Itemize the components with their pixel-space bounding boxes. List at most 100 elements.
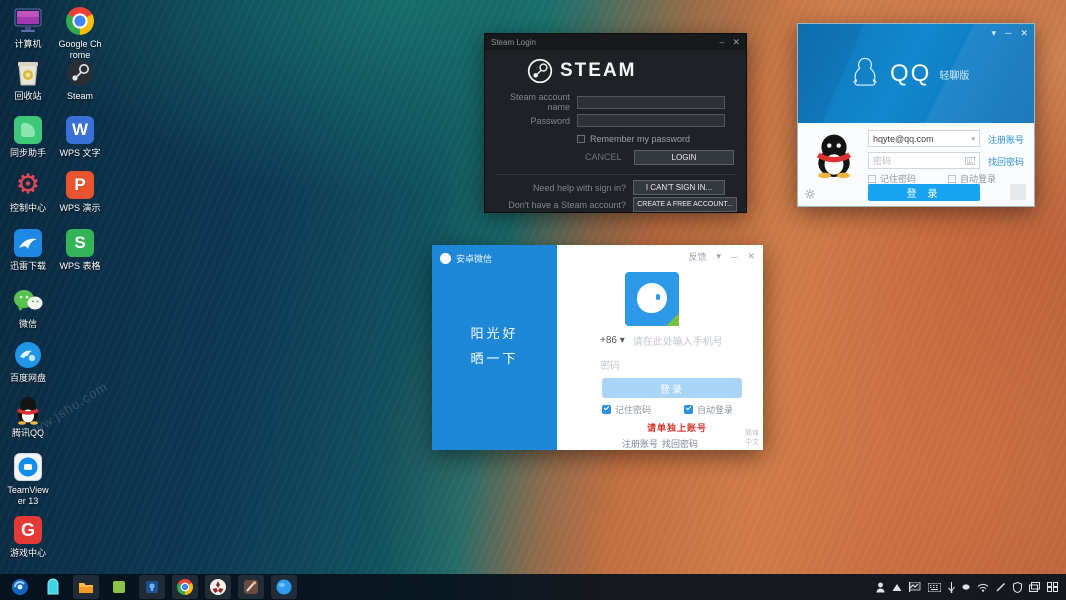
desktop-icon-label: 控制中心 — [5, 203, 51, 214]
keyboard-tray-icon[interactable] — [928, 583, 941, 592]
wx-avatar — [625, 272, 679, 326]
settings-gear-icon[interactable] — [804, 188, 816, 200]
cancel-button[interactable]: CANCEL — [585, 152, 622, 162]
minimize-icon[interactable]: ─ — [731, 252, 737, 262]
editor-icon — [110, 578, 128, 596]
steam-logo: STEAM — [527, 58, 637, 84]
register-link[interactable]: 注册账号 — [622, 437, 658, 450]
menu-caret-icon[interactable]: ▾ — [992, 28, 997, 39]
taskbar-browser-button[interactable] — [271, 575, 297, 599]
flag-tray-icon[interactable] — [909, 582, 921, 592]
recycle-bin-icon — [13, 58, 43, 88]
launcher-icon — [11, 578, 29, 596]
app-logo-icon — [440, 253, 451, 264]
pen-tray-icon[interactable] — [996, 582, 1006, 592]
phone-prefix-select[interactable]: +86 ▾ — [600, 335, 625, 346]
feedback-menu[interactable]: 反馈 — [689, 250, 707, 263]
password-input[interactable]: 密码 — [600, 357, 620, 372]
register-link[interactable]: 注册账号 — [988, 133, 1024, 146]
auto-login-checkbox[interactable] — [948, 175, 956, 183]
system-tray — [876, 574, 1058, 600]
language-switcher[interactable]: 简体 中文 — [729, 430, 759, 447]
shield-tray-icon[interactable] — [1013, 582, 1022, 593]
desktop-icon-game-center[interactable]: G 游戏中心 — [5, 515, 51, 559]
desktop-icon-label: 游戏中心 — [5, 548, 51, 559]
combobox-caret-icon[interactable]: ▾ — [971, 135, 975, 143]
wx-login-button[interactable]: 登录 — [602, 378, 742, 398]
create-account-button[interactable]: CREATE A FREE ACCOUNT... — [633, 197, 737, 212]
desktop-icon-chrome[interactable]: Google Chrome — [57, 6, 103, 61]
desktop-icon-control-center[interactable]: ⚙ 控制中心 — [5, 170, 51, 214]
desktop-icon-wps-spreadsheet[interactable]: S WPS 表格 — [57, 228, 103, 272]
desktop-icon-sync[interactable]: 同步助手 — [5, 115, 51, 159]
desktop-icon-label: 回收站 — [5, 91, 51, 102]
user-tray-icon[interactable] — [876, 582, 885, 593]
forgot-password-link[interactable]: 找回密码 — [988, 155, 1024, 168]
cant-sign-in-button[interactable]: I CAN'T SIGN IN... — [633, 180, 725, 195]
desktop-icon-qq[interactable]: 腾讯QQ — [5, 395, 51, 439]
menu-caret-icon[interactable]: ▾ — [717, 251, 722, 262]
dot-tray-icon[interactable] — [962, 583, 970, 591]
desktop-icon-recycle-bin[interactable]: 回收站 — [5, 58, 51, 102]
desktop-icon-teamviewer[interactable]: TeamViewer 13 — [5, 452, 51, 507]
taskbar-folder-button[interactable] — [73, 575, 99, 599]
taskbar-draw-button[interactable] — [238, 575, 264, 599]
desktop-icon-label: 同步助手 — [5, 148, 51, 159]
minimize-icon[interactable]: ─ — [1005, 28, 1011, 39]
desktop-icon-wechat[interactable]: 微信 — [5, 286, 51, 330]
chrome-icon — [177, 579, 193, 595]
netdisk-icon — [13, 340, 43, 370]
taskbar-chrome-button[interactable] — [172, 575, 198, 599]
keyboard-icon[interactable] — [965, 157, 975, 165]
wps-presentation-icon: P — [65, 170, 95, 200]
desktop-icon-label: WPS 表格 — [57, 261, 103, 272]
desktop-icon-wps-presentation[interactable]: P WPS 演示 — [57, 170, 103, 214]
desktop-icon-thunder[interactable]: 迅雷下载 — [5, 228, 51, 272]
close-icon[interactable]: ✕ — [747, 251, 755, 262]
auto-login-checkbox[interactable] — [684, 405, 693, 414]
qrcode-corner[interactable] — [1010, 184, 1026, 200]
steam-account-input[interactable] — [577, 96, 725, 109]
phone-input[interactable]: 请在此处输入手机号 — [633, 333, 723, 348]
grid-tray-icon[interactable] — [1047, 582, 1058, 592]
bird-icon — [13, 228, 43, 258]
minimize-icon[interactable]: – — [719, 37, 724, 47]
window-tray-icon[interactable] — [1029, 582, 1040, 592]
wps-spreadsheet-icon: S — [65, 228, 95, 258]
remember-password-checkbox[interactable] — [868, 175, 876, 183]
qq-password-input[interactable]: 密码 — [868, 152, 980, 169]
desktop-icon-label: TeamViewer 13 — [5, 485, 51, 507]
remember-password-checkbox[interactable] — [602, 405, 611, 414]
taskbar-app-store-button[interactable] — [139, 575, 165, 599]
taskbar-photos-button[interactable] — [205, 575, 231, 599]
arrow-up-tray-icon[interactable] — [892, 583, 902, 592]
desktop-icon-computer[interactable]: 计算机 — [5, 6, 51, 50]
steam-icon — [65, 58, 95, 88]
login-button[interactable]: LOGIN — [634, 150, 734, 165]
qq-penguin-icon — [13, 395, 43, 425]
usb-tray-icon[interactable] — [948, 582, 955, 593]
taskbar — [0, 574, 1066, 600]
qq-login-button[interactable]: 登 录 — [868, 184, 980, 201]
wifi-tray-icon[interactable] — [977, 583, 989, 592]
taskbar-file-manager-button[interactable] — [40, 575, 66, 599]
steam-password-input[interactable] — [577, 114, 725, 127]
qq-penguin-outline-icon — [848, 54, 882, 94]
qq-login-window: ▾ ─ ✕ QQ 轻聊版 hqyte@qq.com ▾ 密码 注册账号 找回密码… — [797, 23, 1035, 207]
remember-password-label: Remember my password — [590, 134, 690, 144]
create-question: Don't have a Steam account? — [485, 200, 633, 210]
close-icon[interactable]: ✕ — [732, 37, 740, 48]
forgot-password-link[interactable]: 找回密码 — [662, 437, 698, 450]
desktop-icon-netdisk[interactable]: 百度网盘 — [5, 340, 51, 384]
desktop-icon-wps-writer[interactable]: W WPS 文字 — [57, 115, 103, 159]
close-icon[interactable]: ✕ — [1020, 28, 1028, 39]
remember-password-checkbox[interactable] — [577, 135, 585, 143]
taskbar-launcher-button[interactable] — [7, 575, 33, 599]
wx-window-title: 安卓微信 — [456, 252, 492, 265]
qq-account-combobox[interactable]: hqyte@qq.com ▾ — [868, 130, 980, 147]
wps-writer-icon: W — [65, 115, 95, 145]
steam-logo-text: STEAM — [560, 60, 637, 82]
desktop-icon-steam[interactable]: Steam — [57, 58, 103, 102]
taskbar-editor-button[interactable] — [106, 575, 132, 599]
steam-titlebar[interactable]: Steam Login – ✕ — [485, 34, 746, 50]
